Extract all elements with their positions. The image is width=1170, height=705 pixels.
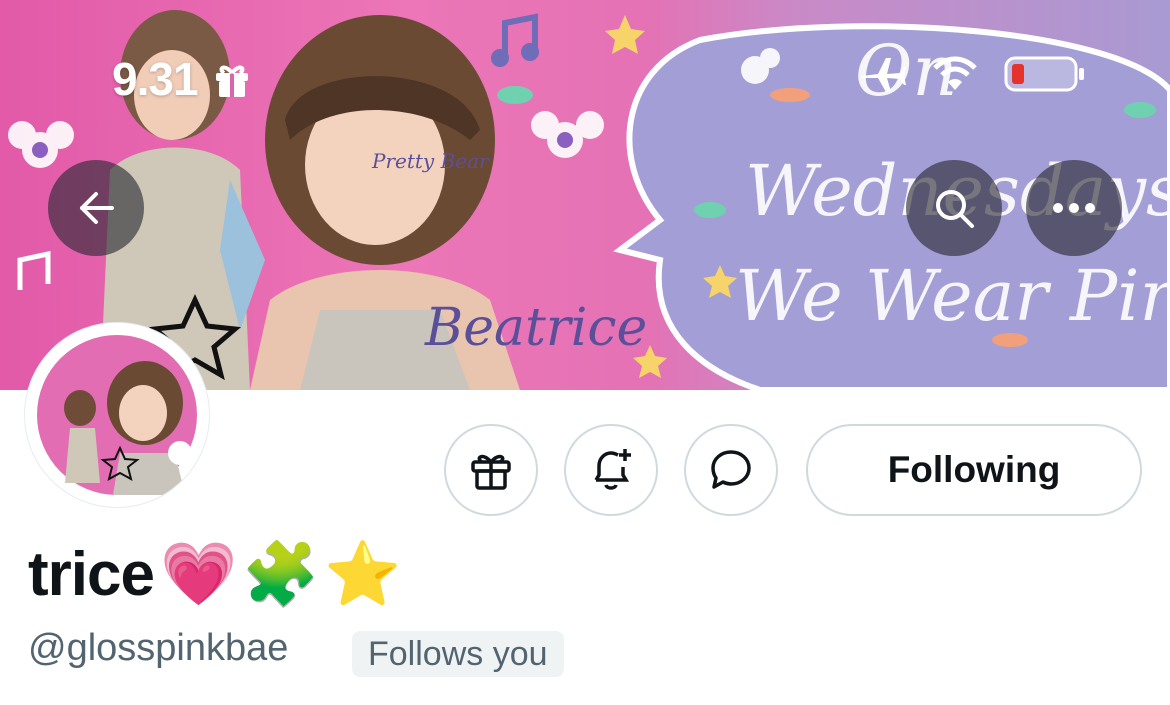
more-icon xyxy=(1053,203,1095,213)
status-time-text: 9.31 xyxy=(112,53,199,105)
bell-plus-icon xyxy=(594,449,631,490)
cheek-text: Pretty Bear xyxy=(371,149,490,173)
wifi-icon xyxy=(933,56,977,90)
profile-banner[interactable]: On Wednesdays We Wear Pink Beatrice Pret… xyxy=(0,0,1170,390)
message-button[interactable] xyxy=(684,424,778,516)
profile-handle: @glosspinkbae xyxy=(28,627,289,669)
notifications-button[interactable] xyxy=(564,424,658,516)
gift-icon xyxy=(471,454,511,490)
airplane-icon xyxy=(862,58,906,92)
profile-avatar[interactable] xyxy=(24,322,210,508)
battery-icon xyxy=(1004,56,1084,92)
gift-icon xyxy=(215,65,248,97)
follows-you-badge: Follows you xyxy=(352,631,564,677)
status-icons xyxy=(860,54,1086,94)
search-icon xyxy=(936,190,974,228)
status-time: 9.31 xyxy=(112,52,252,106)
message-icon xyxy=(711,450,751,489)
display-name: trice 💗 🧩 ⭐ xyxy=(28,538,402,611)
signature-text: Beatrice xyxy=(424,298,647,358)
arrow-left-icon xyxy=(80,192,114,224)
bubble-text-3: We Wear Pink xyxy=(735,255,1170,337)
avatar-image xyxy=(37,335,197,495)
back-button[interactable] xyxy=(48,160,144,256)
star-emoji: ⭐ xyxy=(324,540,401,609)
following-label: Following xyxy=(887,449,1061,490)
gift-button[interactable] xyxy=(444,424,538,516)
following-button[interactable]: Following xyxy=(806,424,1142,516)
display-name-text: trice xyxy=(28,540,155,609)
search-button[interactable] xyxy=(906,160,1002,256)
heart-emoji: 💗 xyxy=(159,540,237,609)
more-button[interactable] xyxy=(1026,160,1122,256)
puzzle-emoji: 🧩 xyxy=(242,540,319,609)
